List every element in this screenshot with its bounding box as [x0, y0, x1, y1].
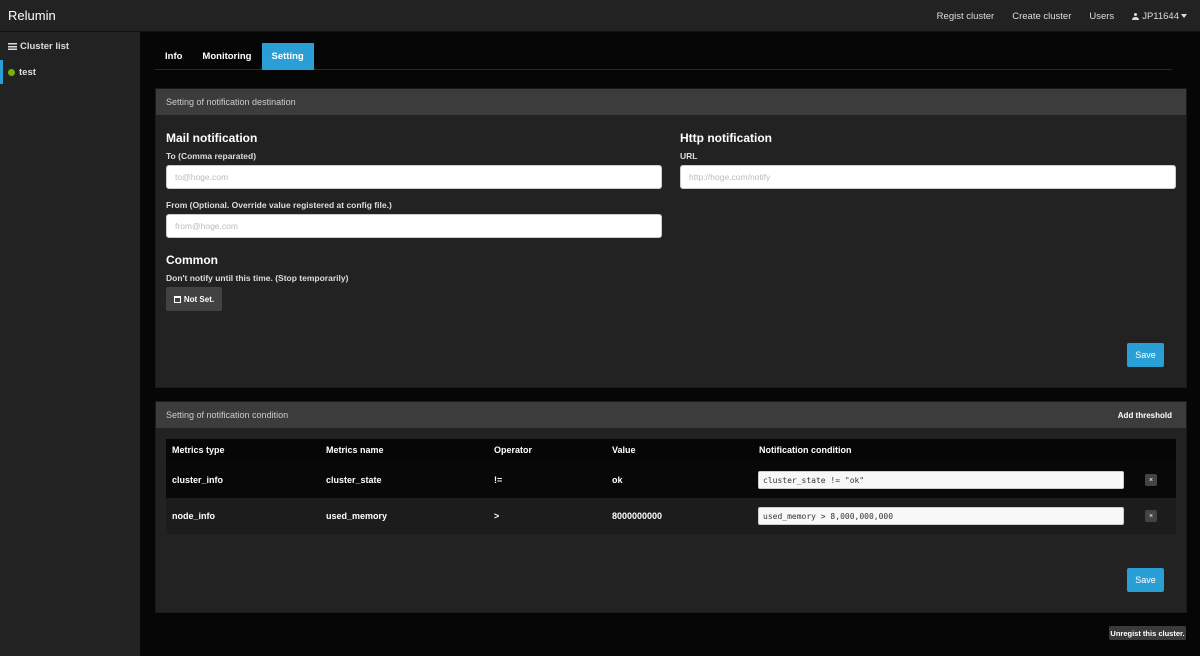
mail-to-input[interactable] — [166, 165, 662, 189]
tab-setting[interactable]: Setting — [261, 43, 314, 70]
row-operator: != — [494, 475, 503, 485]
row-metrics-name: cluster_state — [326, 475, 382, 485]
url-label: URL — [680, 151, 698, 161]
destination-panel: Setting of notification destination Mail… — [155, 88, 1187, 388]
col-value: Value — [612, 445, 636, 455]
row-metrics-name: used_memory — [326, 511, 388, 521]
status-dot-icon — [8, 68, 15, 76]
condition-save-button[interactable]: Save — [1127, 568, 1164, 592]
sidebar-title: Cluster list — [8, 41, 69, 52]
row-metrics-type: cluster_info — [172, 475, 224, 485]
user-icon — [1132, 12, 1140, 20]
user-menu[interactable]: JP11644 — [1132, 11, 1187, 22]
caret-down-icon — [1181, 14, 1187, 18]
add-threshold-button[interactable]: Add threshold — [1118, 411, 1172, 420]
col-metrics-name: Metrics name — [326, 445, 384, 455]
row-operator: > — [494, 511, 500, 521]
condition-input[interactable] — [758, 507, 1124, 525]
table-row: node_info used_memory > 8000000000 × — [166, 498, 1176, 534]
row-value: ok — [612, 475, 623, 485]
col-metrics-type: Metrics type — [172, 445, 225, 455]
cluster-name: test — [19, 66, 36, 78]
table-header-row: Metrics type Metrics name Operator Value… — [166, 439, 1176, 462]
http-heading: Http notification — [680, 131, 772, 145]
row-metrics-type: node_info — [172, 511, 215, 521]
sidebar-item-test[interactable]: test — [0, 60, 140, 84]
destination-panel-title: Setting of notification destination — [166, 97, 296, 107]
destination-save-button[interactable]: Save — [1127, 343, 1164, 367]
user-name: JP11644 — [1142, 10, 1179, 22]
col-operator: Operator — [494, 445, 533, 455]
mail-from-input[interactable] — [166, 214, 662, 238]
app-brand[interactable]: Relumin — [8, 8, 56, 23]
nav-links: Regist cluster Create cluster Users JP11… — [937, 0, 1200, 32]
row-value: 8000000000 — [612, 511, 663, 521]
http-url-input[interactable] — [680, 165, 1176, 189]
nav-regist-cluster[interactable]: Regist cluster — [937, 11, 995, 22]
unregist-cluster-button[interactable]: Unregist this cluster. — [1109, 626, 1186, 640]
mail-heading: Mail notification — [166, 131, 258, 145]
nav-create-cluster[interactable]: Create cluster — [1012, 11, 1071, 22]
from-label: From (Optional. Override value registere… — [166, 200, 392, 210]
table-row: cluster_info cluster_state != ok × — [166, 462, 1176, 498]
common-heading: Common — [166, 253, 218, 267]
condition-panel-title: Setting of notification condition — [166, 410, 289, 420]
list-icon — [8, 43, 17, 50]
condition-input[interactable] — [758, 471, 1124, 489]
nav-users[interactable]: Users — [1089, 11, 1114, 22]
sidebar-title-label: Cluster list — [20, 41, 70, 52]
col-notification-condition: Notification condition — [759, 445, 852, 455]
delete-row-button[interactable]: × — [1145, 474, 1157, 486]
tab-monitoring[interactable]: Monitoring — [192, 43, 261, 70]
not-set-button[interactable]: Not Set. — [166, 287, 222, 311]
tab-info[interactable]: Info — [155, 43, 192, 70]
calendar-icon — [173, 295, 181, 303]
stop-label: Don't notify until this time. (Stop temp… — [166, 273, 349, 283]
top-navbar: Relumin Regist cluster Create cluster Us… — [0, 0, 1200, 32]
destination-panel-header: Setting of notification destination — [156, 89, 1186, 115]
not-set-label: Not Set. — [183, 294, 215, 304]
tabs: Info Monitoring Setting — [155, 43, 1172, 70]
condition-panel: Setting of notification condition Add th… — [155, 401, 1187, 613]
delete-row-button[interactable]: × — [1145, 510, 1157, 522]
to-label: To (Comma reparated) — [166, 151, 257, 161]
condition-panel-header: Setting of notification condition Add th… — [156, 402, 1186, 428]
sidebar: Cluster list test — [0, 32, 140, 656]
threshold-table: Metrics type Metrics name Operator Value… — [166, 439, 1176, 534]
